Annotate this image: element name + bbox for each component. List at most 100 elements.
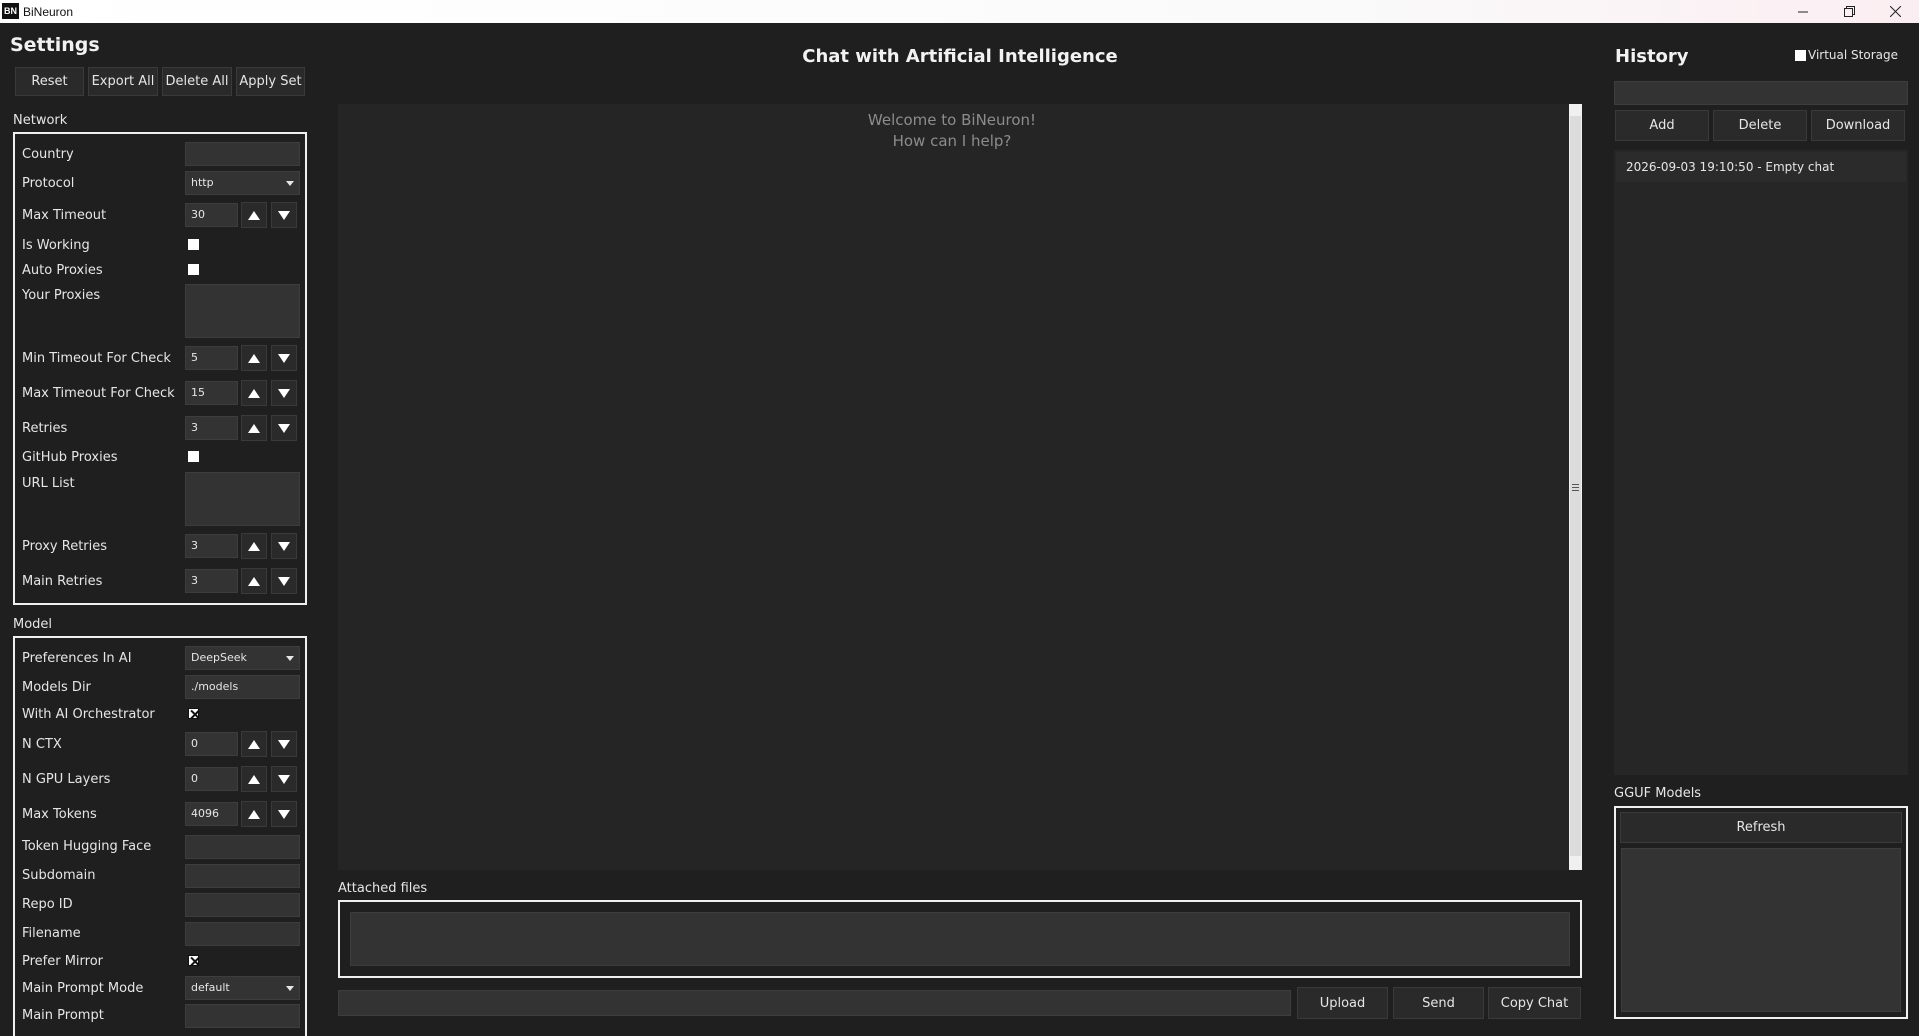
gguf-models-list[interactable] [1621,848,1901,1012]
main-retries-down-button[interactable] [271,568,297,594]
upload-button[interactable]: Upload [1297,987,1388,1019]
reset-button[interactable]: Reset [15,67,84,96]
auto-proxies-label: Auto Proxies [22,263,103,278]
with-ai-orchestrator-checkbox[interactable] [188,708,199,719]
attached-files-list[interactable] [350,912,1570,966]
triangle-down-icon [278,353,290,363]
triangle-down-icon [278,739,290,749]
minimize-icon[interactable] [1780,0,1826,23]
refresh-models-button[interactable]: Refresh [1620,812,1902,843]
send-button[interactable]: Send [1393,987,1484,1019]
subdomain-input[interactable] [185,864,300,888]
restore-icon[interactable] [1826,0,1872,23]
subdomain-label: Subdomain [22,868,96,883]
prefer-mirror-checkbox[interactable] [188,955,199,966]
protocol-select[interactable]: http [185,171,300,195]
protocol-value: http [191,176,214,189]
max-tokens-up-button[interactable] [241,801,267,827]
max-timeout-label: Max Timeout [22,208,107,223]
preferences-in-ai-label: Preferences In AI [22,651,132,666]
n-gpu-layers-down-button[interactable] [271,766,297,792]
retries-down-button[interactable] [271,415,297,441]
max-timeout-check-up-button[interactable] [241,380,267,406]
retries-input[interactable]: 3 [185,416,238,440]
copy-chat-button[interactable]: Copy Chat [1488,987,1581,1019]
triangle-up-icon [248,210,260,220]
retries-label: Retries [22,421,68,436]
triangle-down-icon [278,423,290,433]
triangle-up-icon [248,541,260,551]
triangle-down-icon [278,774,290,784]
proxy-retries-input[interactable]: 3 [185,534,238,558]
github-proxies-checkbox[interactable] [188,451,199,462]
max-timeout-check-input[interactable]: 15 [185,381,238,405]
n-ctx-input[interactable]: 0 [185,732,238,756]
main-prompt-input[interactable] [185,1004,300,1028]
min-timeout-check-input[interactable]: 5 [185,346,238,370]
max-tokens-input[interactable]: 4096 [185,802,238,826]
github-proxies-label: GitHub Proxies [22,450,118,465]
chevron-down-icon [286,181,294,186]
history-list[interactable]: 2026-09-03 19:10:50 - Empty chat [1614,150,1908,775]
triangle-down-icon [278,388,290,398]
n-ctx-down-button[interactable] [271,731,297,757]
close-icon[interactable] [1872,0,1918,23]
model-section-title: Model [13,617,53,632]
auto-proxies-checkbox[interactable] [188,264,199,275]
triangle-down-icon [278,210,290,220]
triangle-down-icon [278,809,290,819]
models-dir-input[interactable]: ./models [185,675,300,699]
n-gpu-layers-input[interactable]: 0 [185,767,238,791]
main-retries-input[interactable]: 3 [185,569,238,593]
add-history-button[interactable]: Add [1615,110,1709,141]
main-prompt-label: Main Prompt [22,1008,104,1023]
triangle-up-icon [248,388,260,398]
chat-message-input[interactable] [338,990,1291,1016]
main-prompt-mode-select[interactable]: default [185,976,300,1000]
filename-label: Filename [22,926,81,941]
n-gpu-layers-up-button[interactable] [241,766,267,792]
virtual-storage-label: Virtual Storage [1808,48,1898,62]
attached-files-label: Attached files [338,881,428,896]
delete-history-button[interactable]: Delete [1713,110,1807,141]
export-all-button[interactable]: Export All [88,67,158,96]
main-retries-up-button[interactable] [241,568,267,594]
max-tokens-down-button[interactable] [271,801,297,827]
token-hugging-face-input[interactable] [185,835,300,859]
country-input[interactable] [185,142,300,166]
max-timeout-up-button[interactable] [241,202,267,228]
network-section-title: Network [13,113,68,128]
retries-up-button[interactable] [241,415,267,441]
main-prompt-mode-label: Main Prompt Mode [22,981,144,996]
chat-area[interactable]: Welcome to BiNeuron! How can I help? [338,104,1582,870]
repo-id-label: Repo ID [22,897,73,912]
history-search-input[interactable] [1614,81,1908,105]
max-timeout-check-down-button[interactable] [271,380,297,406]
history-list-item[interactable]: 2026-09-03 19:10:50 - Empty chat [1616,152,1906,182]
virtual-storage-checkbox[interactable] [1795,50,1806,61]
url-list-textarea[interactable] [185,472,300,526]
min-timeout-check-up-button[interactable] [241,345,267,371]
proxy-retries-up-button[interactable] [241,533,267,559]
download-history-button[interactable]: Download [1811,110,1905,141]
your-proxies-textarea[interactable] [185,284,300,338]
repo-id-input[interactable] [185,893,300,917]
n-ctx-up-button[interactable] [241,731,267,757]
max-timeout-check-label: Max Timeout For Check [22,386,175,401]
welcome-line-1: Welcome to BiNeuron! [867,111,1037,129]
chat-scrollbar-thumb[interactable] [1570,116,1581,856]
main-retries-label: Main Retries [22,574,103,589]
max-timeout-down-button[interactable] [271,202,297,228]
filename-input[interactable] [185,922,300,946]
apply-set-button[interactable]: Apply Set [236,67,305,96]
preferences-in-ai-select[interactable]: DeepSeek [185,646,300,670]
is-working-checkbox[interactable] [188,239,199,250]
chat-scrollbar[interactable] [1569,104,1582,870]
proxy-retries-down-button[interactable] [271,533,297,559]
gguf-models-label: GGUF Models [1614,786,1702,801]
triangle-up-icon [248,576,260,586]
grip-icon [1572,484,1579,485]
delete-all-button[interactable]: Delete All [162,67,232,96]
min-timeout-check-down-button[interactable] [271,345,297,371]
max-timeout-input[interactable]: 30 [185,203,238,227]
